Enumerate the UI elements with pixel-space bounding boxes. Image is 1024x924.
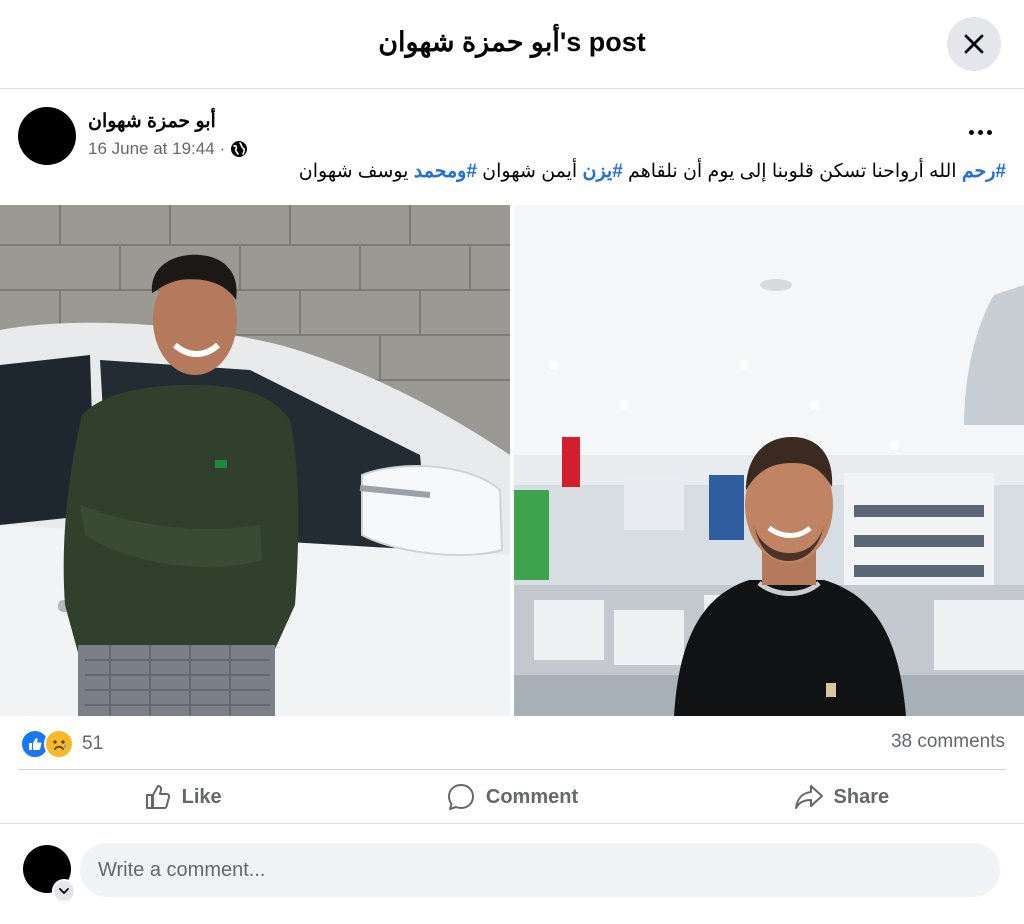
like-label: Like: [181, 785, 222, 808]
dialog-header: أبو حمزة شهوان's post: [0, 0, 1024, 89]
thumbs-up-icon: [145, 785, 170, 809]
photo-right[interactable]: [514, 205, 1024, 716]
post-caption: #رحم الله أرواحنا تسكن قلوبنا إلى يوم أن…: [299, 160, 1006, 183]
post-photos: [0, 205, 1024, 716]
reaction-count: 51: [82, 733, 104, 754]
hashtag-link[interactable]: #رحم: [962, 161, 1006, 182]
photo-left[interactable]: [0, 205, 510, 716]
more-dots-icon: [968, 129, 974, 135]
caption-text: أيمن شهوان: [476, 161, 583, 182]
post-actions-bar: Like Comment Share: [18, 771, 1006, 823]
post-timestamp[interactable]: 16 June at 19:44: [88, 139, 215, 159]
like-button[interactable]: Like: [18, 771, 347, 823]
caption-text: يوسف شهوان: [298, 161, 414, 182]
chevron-down-icon: [59, 888, 69, 895]
dialog-title: أبو حمزة شهوان's post: [378, 27, 646, 57]
post-author-name[interactable]: أبو حمزة شهوان: [88, 110, 216, 133]
post-meta: 16 June at 19:44 ·: [88, 139, 248, 159]
reactions-summary[interactable]: 51: [20, 729, 103, 759]
caption-text: الله أرواحنا تسكن قلوبنا إلى يوم أن نلقا…: [622, 161, 962, 182]
close-button[interactable]: [947, 17, 1001, 71]
comments-count-link[interactable]: 38 comments: [891, 731, 1005, 753]
comment-button[interactable]: Comment: [347, 771, 676, 823]
hashtag-link[interactable]: #ومحمد: [414, 161, 477, 182]
meta-separator: ·: [219, 139, 226, 158]
globe-icon: [231, 141, 248, 157]
sad-icon: [44, 729, 74, 759]
share-icon: [794, 785, 823, 809]
post-options-button[interactable]: [960, 118, 1000, 146]
profile-switch-button[interactable]: [52, 879, 76, 903]
divider: [18, 769, 1006, 770]
hashtag-link[interactable]: #يزن: [582, 161, 622, 182]
share-label: Share: [833, 785, 890, 808]
author-avatar[interactable]: [18, 107, 76, 165]
comment-icon: [447, 784, 474, 810]
share-button[interactable]: Share: [677, 771, 1006, 823]
comment-label: Comment: [485, 785, 579, 808]
comment-input[interactable]: [80, 843, 1000, 897]
close-icon: [964, 34, 984, 54]
